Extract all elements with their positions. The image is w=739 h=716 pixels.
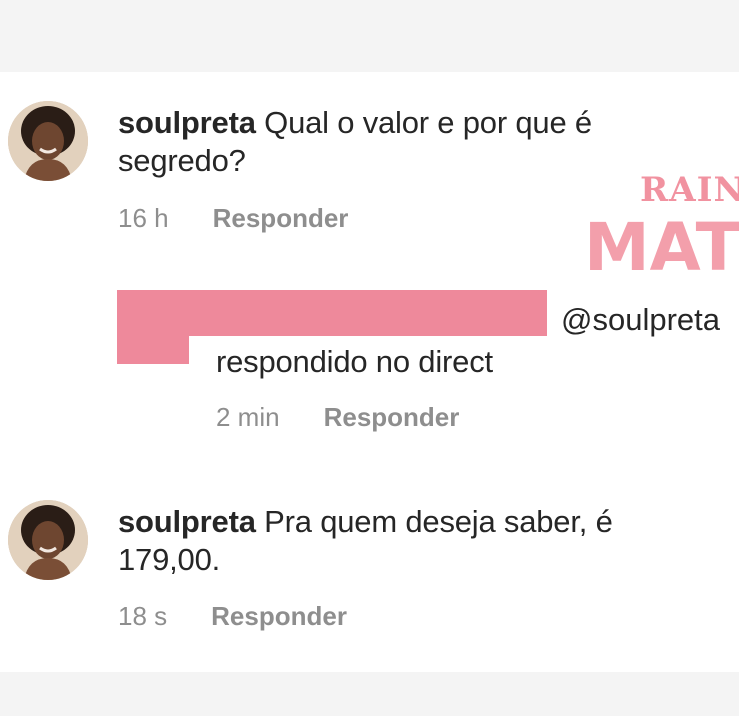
comment-username[interactable]: soulpreta [118, 105, 256, 140]
reply-timestamp: 2 min [216, 402, 280, 432]
comment-body: soulpreta Pra quem deseja saber, é 179,0… [118, 503, 613, 579]
reply-button[interactable]: Responder [213, 203, 349, 233]
comment-timestamp: 16 h [118, 203, 169, 233]
comment-timestamp: 18 s [118, 601, 168, 631]
comment-meta: 16 h Responder [118, 203, 348, 233]
comment-text-line2: 179,00. [118, 542, 221, 577]
watermark-line1: RAIN [640, 170, 739, 210]
reply-meta: 2 min Responder [216, 402, 459, 432]
watermark-line2-graphic: MAT [584, 212, 739, 278]
watermark-logo: RAIN MAT [584, 168, 739, 278]
avatar[interactable] [8, 101, 88, 181]
comment-meta: 18 s Responder [118, 601, 347, 631]
avatar[interactable] [8, 500, 88, 580]
comment-text-line2: segredo? [118, 143, 246, 178]
avatar-photo [8, 101, 88, 181]
comment-username[interactable]: soulpreta [118, 504, 256, 539]
comment-text-line1: Pra quem deseja saber, é [264, 504, 613, 539]
watermark-line2: MAT [584, 212, 739, 278]
reply-button[interactable]: Responder [211, 601, 347, 631]
mention-link[interactable]: @soulpreta [561, 301, 720, 339]
reply-text: respondido no direct [216, 344, 493, 379]
comment-body: soulpreta Qual o valor e por que é segre… [118, 104, 592, 180]
reply-button[interactable]: Responder [324, 402, 460, 432]
avatar-photo [8, 500, 88, 580]
redacted-avatar-bar [117, 330, 189, 364]
comment-text-line1: Qual o valor e por que é [264, 105, 592, 140]
